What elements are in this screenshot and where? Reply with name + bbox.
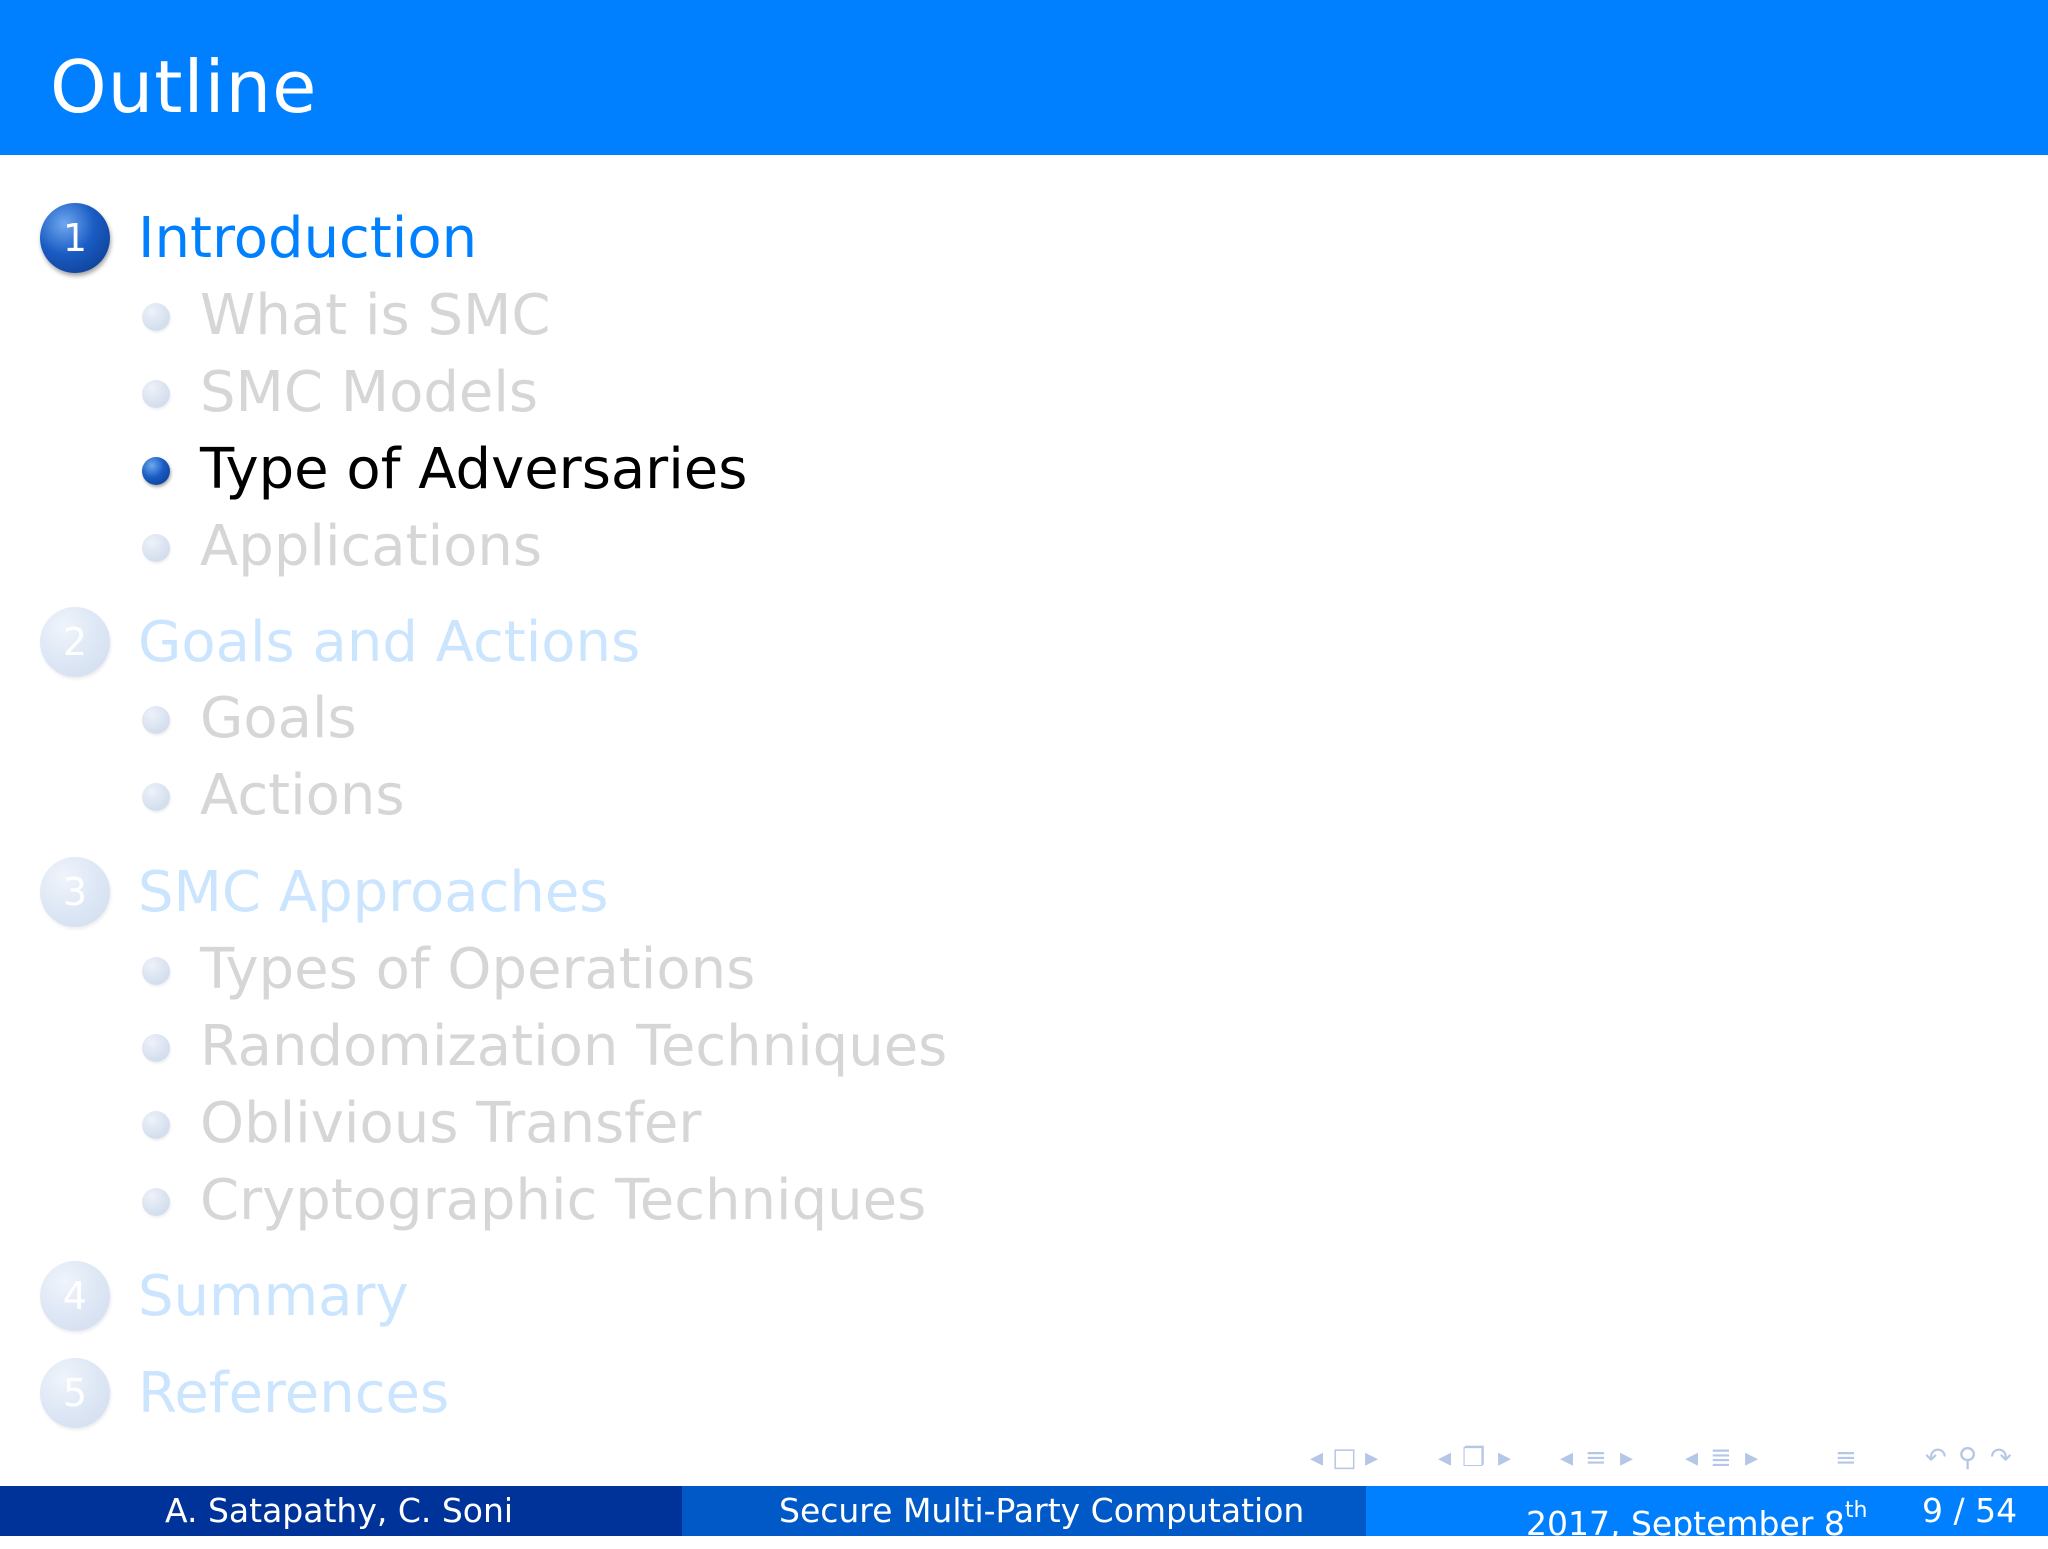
prev-presentation-icon[interactable]: ◂ xyxy=(1685,1440,1698,1476)
section-number-ball: 1 xyxy=(40,203,110,273)
subsection-icon[interactable]: ❐ xyxy=(1462,1440,1485,1476)
section-number-ball: 5 xyxy=(40,1358,110,1428)
next-subsection-icon[interactable]: ▸ xyxy=(1498,1440,1511,1476)
section-label: Summary xyxy=(138,1264,409,1329)
forward-icon[interactable]: ↷ xyxy=(1990,1440,2012,1476)
back-icon[interactable]: ↶ xyxy=(1925,1440,1947,1476)
subsection-label: Cryptographic Techniques xyxy=(200,1168,927,1233)
section-number-ball: 2 xyxy=(40,607,110,677)
section-label: References xyxy=(138,1361,450,1426)
ball-bullet-icon xyxy=(142,303,170,331)
ball-bullet-icon xyxy=(142,380,170,408)
footline-date: 2017, September 8th xyxy=(1526,1486,1867,1549)
ball-bullet-icon xyxy=(142,534,170,562)
navigation-symbols: ◂ □ ▸ ◂ ❐ ▸ ◂ ≡ ▸ ◂ ≣ ▸ ≡ ↶ ⚲ ↷ xyxy=(1310,1440,2040,1476)
subsection-label: Actions xyxy=(200,763,405,828)
section-label: Goals and Actions xyxy=(138,610,641,675)
footline: A. Satapathy, C. Soni Secure Multi-Party… xyxy=(0,1486,2048,1543)
ball-bullet-icon xyxy=(142,783,170,811)
footline-title-box: Secure Multi-Party Computation xyxy=(682,1486,1366,1536)
subsection-label: Types of Operations xyxy=(200,937,756,1002)
footline-title: Secure Multi-Party Computation xyxy=(779,1491,1305,1530)
ball-bullet-icon xyxy=(142,1111,170,1139)
ball-bullet-icon xyxy=(142,706,170,734)
subsection-label: Goals xyxy=(200,686,357,751)
ball-bullet-icon xyxy=(142,457,170,485)
next-frame-icon[interactable]: ▸ xyxy=(1365,1440,1378,1476)
table-of-contents: 1 Introduction What is SMC SMC Models Ty… xyxy=(0,0,2048,1436)
frame-icon[interactable]: □ xyxy=(1332,1440,1357,1476)
subsection-label: Applications xyxy=(200,514,543,579)
prev-subsection-icon[interactable]: ◂ xyxy=(1438,1440,1451,1476)
section-label: SMC Approaches xyxy=(138,860,609,925)
footline-date-box: 2017, September 8th 9 / 54 xyxy=(1366,1486,2048,1543)
prev-section-icon[interactable]: ◂ xyxy=(1560,1440,1573,1476)
section-label: Introduction xyxy=(138,206,478,271)
section-number-ball: 3 xyxy=(40,857,110,927)
subsection-label: Randomization Techniques xyxy=(200,1014,948,1079)
search-icon[interactable]: ⚲ xyxy=(1958,1440,1977,1476)
section-number-ball: 4 xyxy=(40,1261,110,1331)
subsection-label: Type of Adversaries xyxy=(200,437,748,502)
subsection-label: What is SMC xyxy=(200,283,551,348)
ball-bullet-icon xyxy=(142,957,170,985)
footline-date-main: 2017, September 8 xyxy=(1526,1504,1845,1543)
footline-date-suffix: th xyxy=(1844,1498,1868,1523)
ball-bullet-icon xyxy=(142,1188,170,1216)
next-presentation-icon[interactable]: ▸ xyxy=(1745,1440,1758,1476)
section-icon[interactable]: ≡ xyxy=(1585,1440,1607,1476)
subsection-label: Oblivious Transfer xyxy=(200,1091,702,1156)
next-section-icon[interactable]: ▸ xyxy=(1620,1440,1633,1476)
ball-bullet-icon xyxy=(142,1034,170,1062)
prev-frame-icon[interactable]: ◂ xyxy=(1310,1440,1323,1476)
presentation-icon[interactable]: ≣ xyxy=(1710,1440,1732,1476)
footline-page-number: 9 / 54 xyxy=(1922,1491,2018,1530)
appendix-icon[interactable]: ≡ xyxy=(1835,1440,1857,1476)
subsection-label: SMC Models xyxy=(200,360,539,425)
footline-authors: A. Satapathy, C. Soni xyxy=(165,1491,514,1530)
footline-author-box: A. Satapathy, C. Soni xyxy=(0,1486,682,1536)
